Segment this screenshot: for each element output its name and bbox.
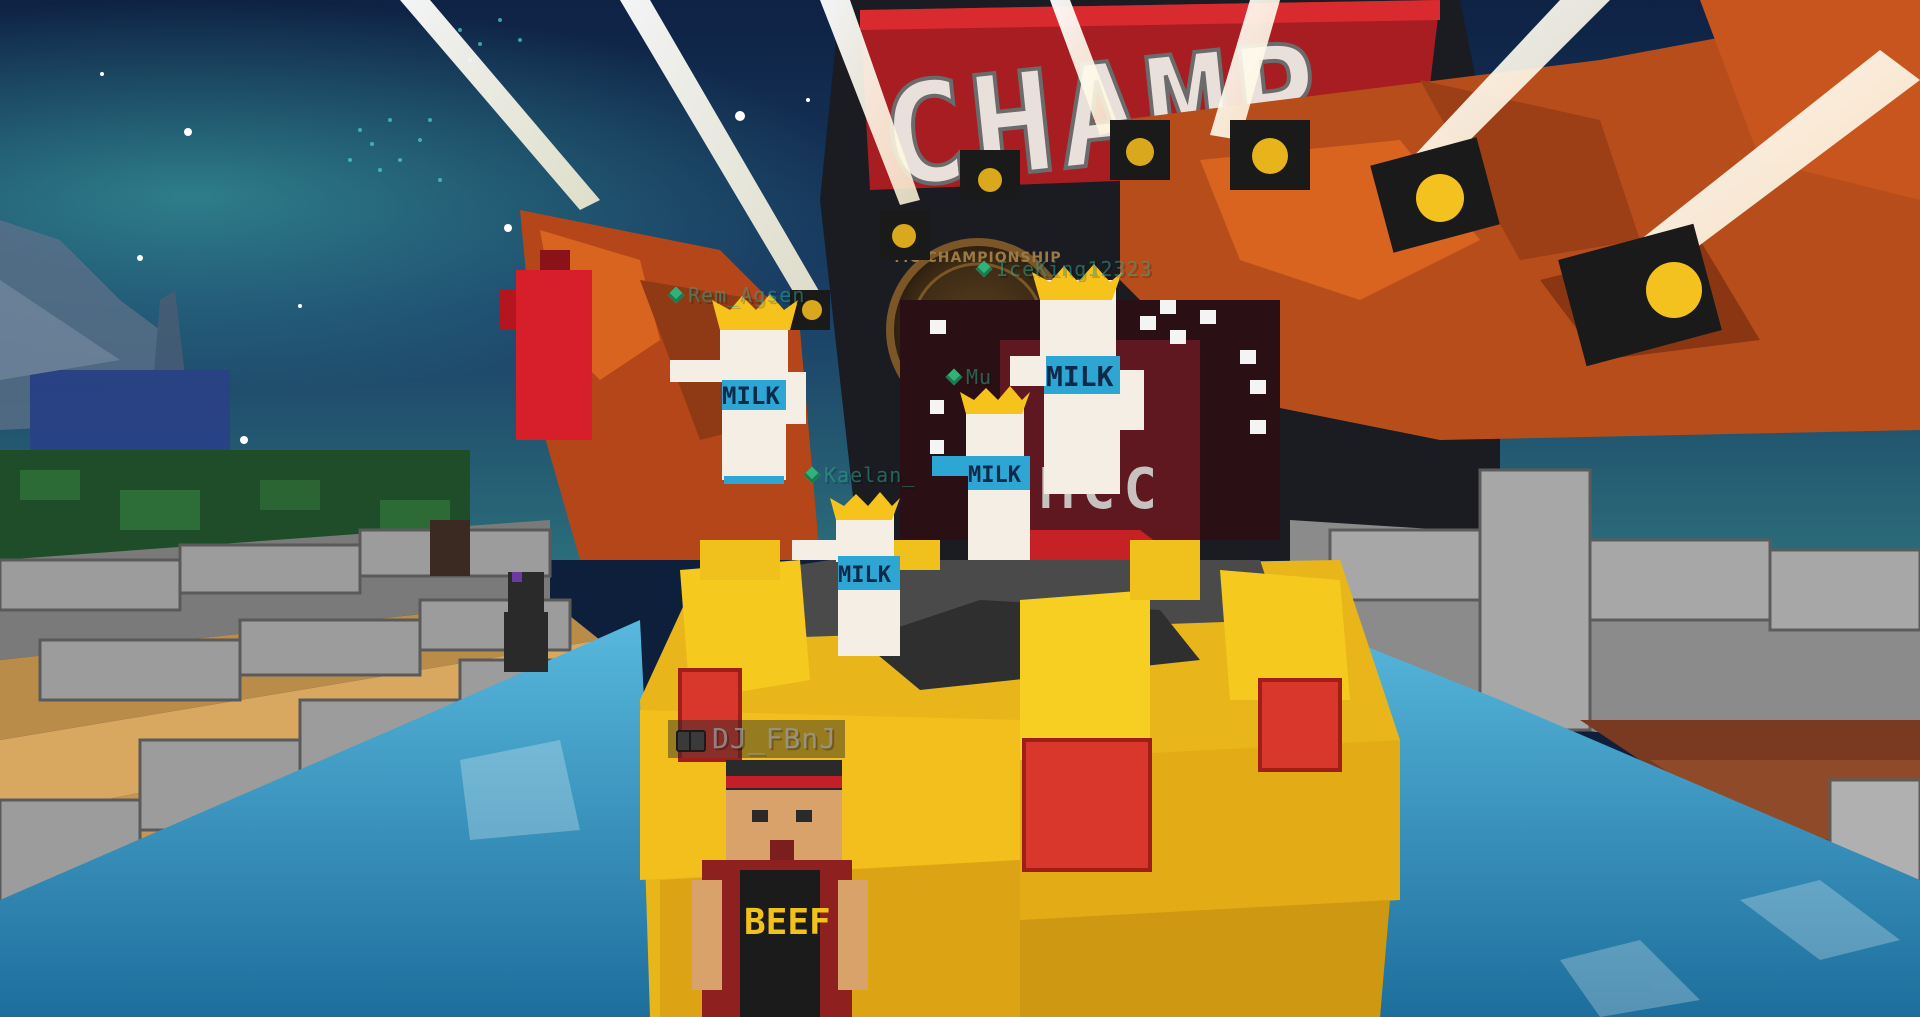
nametag-label: IceKing12323 <box>996 257 1153 281</box>
nametag-iceking: IceKing12323 <box>972 254 1159 284</box>
gem-icon <box>945 368 963 386</box>
game-viewport[interactable]: CHAMP MC CHAMPIONSHIP MCC <box>0 0 1920 1017</box>
player-2-shirt: MILK <box>1046 360 1114 393</box>
nametag-mu: Mu <box>942 362 998 392</box>
gem-icon <box>667 286 685 304</box>
player-4-shirt: MILK <box>838 563 892 588</box>
gem-icon <box>975 260 993 278</box>
nametag-rem-agsen: Rem_Agsen <box>664 280 811 310</box>
player-3-shirt: MILK <box>968 463 1022 488</box>
gem-icon <box>803 466 821 484</box>
minecraft-scene: CHAMP MC CHAMPIONSHIP MCC <box>0 0 1920 1017</box>
binoculars-icon <box>676 728 706 752</box>
player-1-shirt: MILK <box>722 382 780 410</box>
nametag-label: Kaelan_ <box>824 463 916 487</box>
nametag-label: Rem_Agsen <box>688 283 806 307</box>
dj-shirt-text: BEEF <box>744 902 831 943</box>
nametag-dj-fbnj: DJ_FBnJ <box>668 720 846 758</box>
nametag-label: DJ_FBnJ <box>712 722 838 755</box>
nametag-kaelan: Kaelan_ <box>800 460 921 490</box>
nametag-label: Mu <box>966 365 993 389</box>
